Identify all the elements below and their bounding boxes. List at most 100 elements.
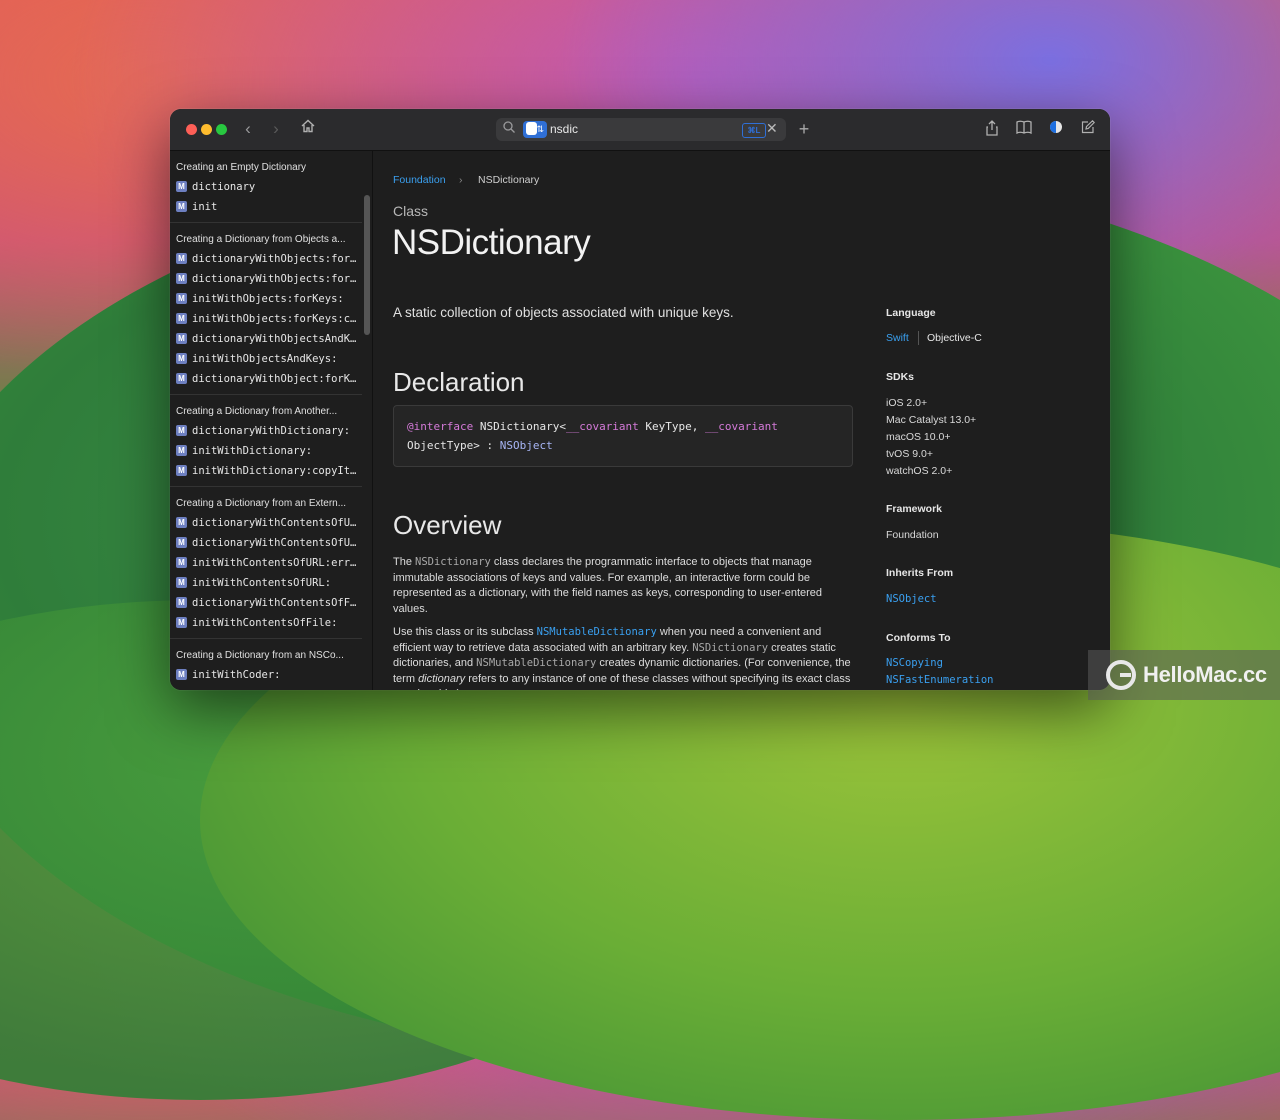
list-item[interactable]: MinitWithObjects:forKeys:c... [176, 312, 362, 326]
text: Use this class or its subclass [393, 626, 537, 638]
divider [170, 394, 362, 395]
book-icon[interactable] [1014, 120, 1034, 140]
method-badge: M [176, 425, 187, 436]
list-item-label: initWithObjects:forKeys:c... [192, 313, 360, 325]
list-item[interactable]: MinitWithDictionary: [176, 444, 362, 458]
divider [170, 638, 362, 639]
overview-paragraph: The NSDictionary class declares the prog… [393, 555, 853, 617]
divider [170, 486, 362, 487]
language-heading: Language [886, 307, 936, 319]
list-item[interactable]: MinitWithContentsOfURL: [176, 576, 362, 590]
list-item[interactable]: MdictionaryWithObject:forK... [176, 372, 362, 386]
method-badge: M [176, 253, 187, 264]
divider [170, 222, 362, 223]
declaration-code: @interface NSDictionary<__covariant KeyT… [393, 405, 853, 467]
appearance-icon[interactable] [1046, 120, 1066, 140]
sdk-item: macOS 10.0+ [886, 431, 951, 443]
list-item[interactable]: MdictionaryWithContentsOfF... [176, 596, 362, 610]
breadcrumb-link[interactable]: Foundation [393, 174, 446, 186]
method-badge: M [176, 313, 187, 324]
toolbar: ‹ › ⇅ nsdic ⌘L ✕ + [170, 109, 1110, 151]
zoom-window-button[interactable] [216, 124, 227, 135]
scope-selector[interactable]: ⇅ [523, 121, 547, 138]
sidebar-scrollbar[interactable] [364, 195, 370, 335]
inherits-heading: Inherits From [886, 567, 954, 579]
method-badge: M [176, 597, 187, 608]
search-input[interactable]: nsdic [550, 122, 578, 136]
code-type-link[interactable]: NSObject [500, 439, 553, 452]
method-badge: M [176, 557, 187, 568]
method-badge: M [176, 373, 187, 384]
share-icon[interactable] [982, 120, 1002, 142]
compose-icon[interactable] [1078, 119, 1098, 140]
list-item[interactable]: MdictionaryWithContentsOfU... [176, 536, 362, 550]
code-text: KeyType, [638, 420, 706, 433]
sdk-item: Mac Catalyst 13.0+ [886, 414, 977, 426]
code-inline: NSMutableDictionary [476, 657, 597, 669]
list-item[interactable]: MinitWithObjectsAndKeys: [176, 352, 362, 366]
framework-heading: Framework [886, 503, 943, 515]
close-window-button[interactable] [186, 124, 197, 135]
inherits-link[interactable]: NSObject [886, 593, 937, 605]
method-badge: M [176, 465, 187, 476]
method-badge: M [176, 273, 187, 284]
minimize-window-button[interactable] [201, 124, 212, 135]
clear-search-icon[interactable]: ✕ [766, 120, 778, 137]
list-item[interactable]: MinitWithContentsOfURL:err... [176, 556, 362, 570]
conforms-link[interactable]: NSFastEnumeration [886, 674, 993, 686]
back-icon[interactable]: ‹ [238, 119, 258, 139]
symbol-kind: Class [393, 203, 429, 219]
method-badge: M [176, 201, 187, 212]
list-item[interactable]: Minit [176, 200, 362, 214]
list-item[interactable]: MdictionaryWithObjectsAndK... [176, 332, 362, 346]
method-badge: M [176, 333, 187, 344]
list-item[interactable]: MdictionaryWithDictionary: [176, 424, 362, 438]
search-icon [502, 120, 516, 137]
list-item[interactable]: MinitWithObjects:forKeys: [176, 292, 362, 306]
chevron-updown-icon: ⇅ [536, 124, 544, 134]
list-item-label: dictionaryWithObjects:for... [192, 273, 360, 285]
sdk-item: tvOS 9.0+ [886, 448, 933, 460]
text-emphasis: dictionary [418, 672, 466, 685]
sdk-item: watchOS 2.0+ [886, 465, 953, 477]
list-item-label: initWithContentsOfFile: [192, 617, 338, 629]
code-line: ObjectType> : NSObject [407, 439, 553, 452]
list-item[interactable]: MinitWithCoder: [176, 668, 362, 682]
breadcrumb-current: NSDictionary [478, 174, 540, 186]
section-title[interactable]: Creating an Empty Dictionary [176, 162, 358, 173]
list-item-label: init [192, 201, 218, 213]
code-text: ObjectType> : [407, 439, 500, 452]
text: The [393, 556, 416, 568]
list-item[interactable]: MinitWithDictionary:copyIt... [176, 464, 362, 478]
method-badge: M [176, 617, 187, 628]
section-title[interactable]: Creating a Dictionary from an Extern... [176, 498, 358, 509]
shortcut-badge: ⌘L [742, 123, 766, 138]
forward-icon[interactable]: › [266, 119, 286, 139]
method-badge: M [176, 669, 187, 680]
list-item[interactable]: MdictionaryWithObjects:for... [176, 272, 362, 286]
list-item-label: dictionaryWithContentsOfF... [192, 597, 360, 609]
list-item[interactable]: MdictionaryWithObjects:for... [176, 252, 362, 266]
language-swift-link[interactable]: Swift [886, 332, 909, 344]
apple-docs-icon [526, 122, 537, 135]
list-item-label: dictionaryWithDictionary: [192, 425, 351, 437]
new-tab-icon[interactable]: + [794, 119, 814, 139]
code-keyword: __covariant [705, 420, 778, 433]
list-item-label: initWithDictionary: [192, 445, 313, 457]
code-keyword: __covariant [565, 420, 639, 433]
section-title[interactable]: Creating a Dictionary from Another... [176, 406, 358, 417]
code-link[interactable]: NSMutableDictionary [537, 626, 657, 638]
divider [918, 331, 919, 345]
method-badge: M [176, 293, 187, 304]
conforms-link[interactable]: NSCopying [886, 657, 943, 669]
list-item[interactable]: MdictionaryWithContentsOfU... [176, 516, 362, 530]
list-item[interactable]: Mdictionary [176, 180, 362, 194]
language-objc: Objective-C [927, 332, 982, 344]
home-icon[interactable] [298, 119, 318, 139]
section-title[interactable]: Creating a Dictionary from Objects a... [176, 234, 358, 245]
list-item-label: initWithDictionary:copyIt... [192, 465, 360, 477]
search-field[interactable]: ⇅ nsdic ⌘L ✕ [496, 118, 786, 141]
list-item[interactable]: MinitWithContentsOfFile: [176, 616, 362, 630]
section-title[interactable]: Creating a Dictionary from an NSCo... [176, 650, 358, 661]
method-badge: M [176, 517, 187, 528]
